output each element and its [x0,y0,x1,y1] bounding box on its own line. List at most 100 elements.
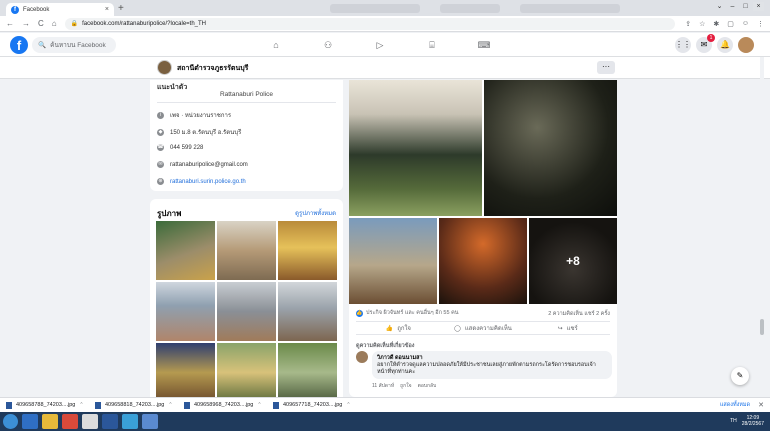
facebook-search[interactable]: 🔍 ค้นหาบน Facebook [32,37,116,53]
photo-grid [156,221,337,397]
start-button[interactable] [3,414,18,429]
page-more-button[interactable]: ··· [597,61,615,74]
chevron-up-icon[interactable]: ⌃ [168,402,172,408]
home-icon[interactable]: ⌂ [52,19,57,28]
chevron-up-icon[interactable]: ⌃ [79,402,83,408]
ie-taskbar-icon[interactable] [22,414,38,429]
address-bar-row: ← → C ⌂ 🔒 facebook.com/rattanaburipolice… [0,16,770,32]
commenter-avatar[interactable] [356,351,368,363]
website-link[interactable]: rattanaburi.surin.police.go.th [170,179,246,185]
facebook-logo[interactable]: f [10,36,28,54]
language-indicator[interactable]: TH [730,418,737,424]
browser-tab-facebook[interactable]: f Facebook × [6,3,114,16]
info-phone: ☎ 044 599 228 [157,144,203,151]
chevron-up-icon[interactable]: ⌃ [346,402,350,408]
sidepanel-icon[interactable]: ▢ [727,20,734,28]
marketplace-nav-icon[interactable]: ⌸ [406,37,458,53]
bookmark-star-icon[interactable]: ☆ [699,20,705,28]
home-nav-icon[interactable]: ⌂ [250,37,302,53]
browser-tabstrip: f Facebook × + ⌄ – □ × [0,0,770,16]
blurred-tab[interactable] [330,4,420,13]
new-tab-button[interactable]: + [118,3,124,15]
photo-thumbnail[interactable] [278,282,337,341]
page-scrollbar[interactable] [760,57,764,397]
app-taskbar-icon[interactable] [122,414,138,429]
menu-grid-icon[interactable]: ⋮⋮ [675,37,691,53]
lock-icon[interactable]: 🔒 [71,20,78,27]
account-avatar[interactable] [738,37,754,53]
comment-reply-link[interactable]: ตอบกลับ [418,382,437,390]
reaction-summary[interactable]: 👍 ประกิจ ผิวจันทร์ และ คนอื่นๆ อีก 55 คน [356,309,459,317]
photo-thumbnail[interactable] [156,343,215,397]
scrollbar-thumb[interactable] [760,319,764,335]
tab-title: Facebook [23,6,50,13]
download-item[interactable]: 409658788_74203....jpg ⌃ [6,401,95,409]
post-photo-main[interactable] [349,80,482,216]
post-photo-night-crowd[interactable] [484,80,617,216]
photo-thumbnail[interactable] [278,221,337,280]
photo-thumbnail[interactable] [217,221,276,280]
download-item[interactable]: 409657718_74203....jpg ⌃ [273,401,362,409]
new-message-button[interactable]: ✎ [731,367,749,385]
close-window-button[interactable]: × [753,2,764,11]
post-photo-officers[interactable] [349,218,437,304]
page-avatar[interactable] [157,60,172,75]
photos-title: รูปภาพ [157,209,182,218]
blurred-tab[interactable] [440,4,500,13]
info-website: ⊕ rattanaburi.surin.police.go.th [157,178,246,185]
extensions-icon[interactable]: ✱ [713,20,719,28]
share-button[interactable]: ↪ แชร์ [525,322,610,334]
photo-thumbnail[interactable] [156,221,215,280]
explorer-taskbar-icon[interactable] [42,414,58,429]
photo-thumbnail[interactable] [156,282,215,341]
comment-button[interactable]: ◯ แสดงความคิดเห็น [441,322,526,334]
back-icon[interactable]: ← [6,19,14,28]
share-icon[interactable]: ⇪ [685,20,691,28]
browser-menu-icon[interactable]: ⋮ [757,20,764,28]
forward-icon[interactable]: → [22,19,30,28]
omnibox[interactable]: 🔒 facebook.com/rattanaburipolice/?locale… [64,17,675,30]
tab-close-icon[interactable]: × [105,6,109,13]
clock[interactable]: 12:09 28/2/2567 [742,415,764,427]
search-icon: 🔍 [38,42,47,49]
app-taskbar-icon[interactable] [142,414,158,429]
video-nav-icon[interactable]: ▷ [354,37,406,53]
dropdown-icon[interactable]: ⌄ [714,2,725,11]
chevron-up-icon[interactable]: ⌃ [257,402,261,408]
comment-share-counts[interactable]: 2 ความคิดเห็น แชร์ 2 ครั้ง [548,310,610,318]
like-button[interactable]: 👍 ถูกใจ [356,322,441,334]
share-arrow-icon: ↪ [557,325,563,332]
more-photos-count: +8 [566,254,580,268]
gaming-nav-icon[interactable]: ⌨ [458,37,510,53]
friends-nav-icon[interactable]: ⚇ [302,37,354,53]
download-item[interactable]: 409658818_74203....jpg ⌃ [95,401,184,409]
photo-thumbnail[interactable] [278,343,337,397]
profile-icon[interactable]: ☺ [742,20,749,28]
chrome-taskbar-icon[interactable] [82,414,98,429]
image-file-icon [184,401,190,409]
post-photo-stage[interactable] [439,218,527,304]
commenter-name[interactable]: วิภาวดี ดอนนามสา [377,354,607,362]
maximize-button[interactable]: □ [740,2,751,11]
messenger-icon[interactable]: ✉ 1 [696,34,715,53]
minimize-button[interactable]: – [727,2,738,11]
notifications-icon[interactable]: 🔔 [717,37,733,53]
notification-badge: 1 [707,34,715,42]
close-downloads-icon[interactable]: ✕ [758,401,764,409]
download-item[interactable]: 409658968_74203....jpg ⌃ [184,401,273,409]
photo-thumbnail[interactable] [217,343,276,397]
page-name[interactable]: สถานีตำรวจภูธรรัตนบุรี [177,63,248,74]
see-all-photos-link[interactable]: ดูรูปภาพทั้งหมด [295,208,336,218]
comment-like-link[interactable]: ถูกใจ [400,382,411,390]
post-photo-more[interactable]: +8 [529,218,617,304]
media-taskbar-icon[interactable] [62,414,78,429]
thumbs-up-icon: 👍 [385,325,394,332]
word-taskbar-icon[interactable] [102,414,118,429]
info-text[interactable]: rattanaburipolice@gmail.com [170,162,248,168]
show-all-downloads[interactable]: แสดงทั้งหมด [720,401,750,409]
reload-icon[interactable]: C [38,19,44,28]
comments-filter[interactable]: ดูความคิดเห็นที่เกี่ยวข้อง [356,342,414,350]
photo-thumbnail[interactable] [217,282,276,341]
blurred-tab[interactable] [520,4,620,13]
like-reaction-icon: 👍 [356,309,363,317]
